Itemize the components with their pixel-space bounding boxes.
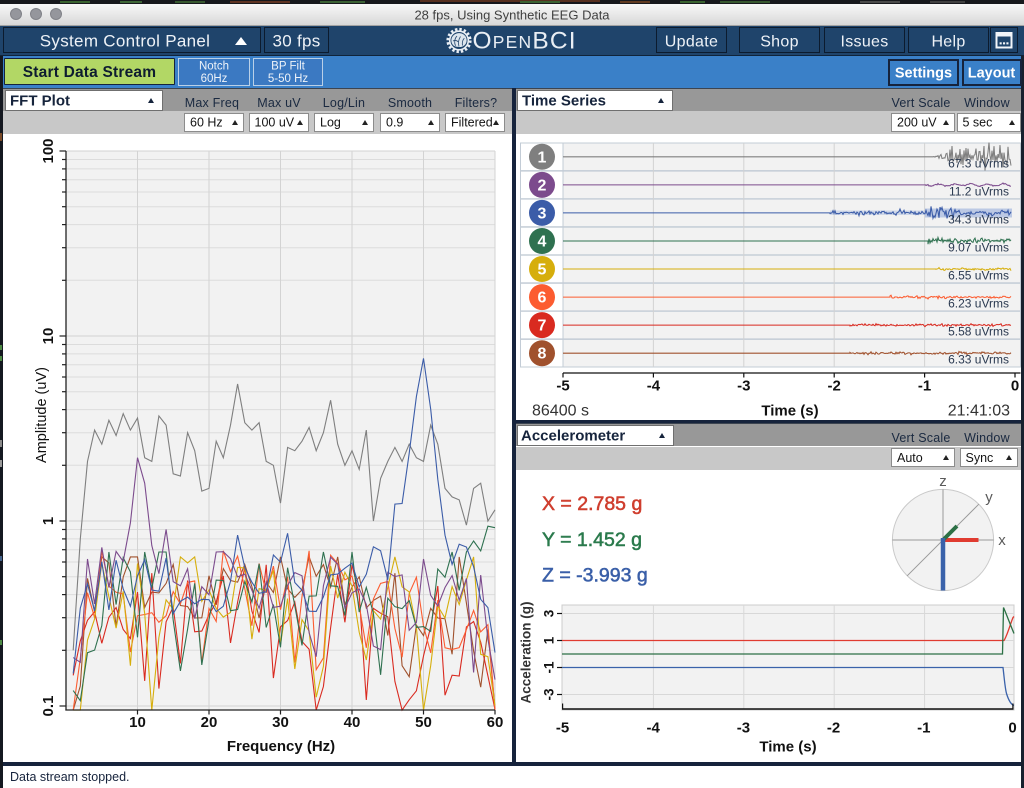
svg-text:OPENBCI: OPENBCI <box>473 28 577 55</box>
